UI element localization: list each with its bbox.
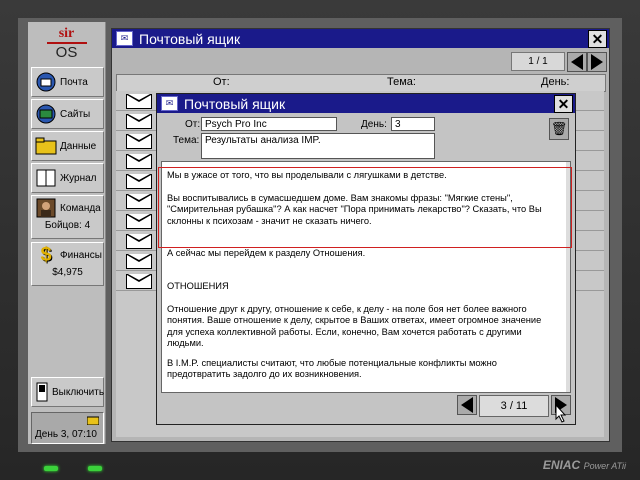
status-led xyxy=(44,466,58,471)
message-page-indicator: 3 / 11 xyxy=(479,395,549,417)
sidebar-item-label: Сайты xyxy=(60,108,91,120)
mail-icon xyxy=(35,71,57,93)
sidebar-item-label: Почта xyxy=(60,76,88,88)
brand-model: Power ATii xyxy=(583,461,626,471)
day-time: День 3, 07:10 xyxy=(35,429,97,440)
status-led xyxy=(88,466,102,471)
mailbox-icon: ✉ xyxy=(161,96,178,111)
shutdown-label: Выключить xyxy=(52,386,105,398)
mail-list-header: От: Тема: День: xyxy=(116,74,606,92)
power-switch-icon xyxy=(35,381,49,403)
from-label: От: xyxy=(185,119,201,130)
column-from[interactable]: От: xyxy=(213,76,230,88)
subject-field: Результаты анализа IMP. xyxy=(201,133,435,159)
paragraph: Мы в ужасе от того, что вы проделывали с… xyxy=(167,170,447,180)
message-body: Мы в ужасе от того, что вы проделывали с… xyxy=(161,161,571,393)
arrow-left-icon xyxy=(461,397,473,413)
logo-os: OS xyxy=(55,44,78,61)
message-window-title: Почтовый ящик xyxy=(184,95,286,112)
sidebar-item-data[interactable]: Данные xyxy=(31,131,104,161)
sidebar-item-team[interactable]: Команда Бойцов: 4 xyxy=(31,195,104,239)
sidebar-item-label: Финансы xyxy=(60,249,102,261)
dollar-icon: $ xyxy=(40,243,52,266)
trash-icon: 🗑 xyxy=(550,121,568,136)
paragraph: ОТНОШЕНИЯ xyxy=(167,281,229,291)
money-balance: $4,975 xyxy=(52,267,83,278)
column-subject[interactable]: Тема: xyxy=(387,76,416,88)
envelope-icon xyxy=(126,214,152,229)
sidebar: sir OS Почта Сайты Данные Журнал Команда… xyxy=(28,22,106,444)
scrollbar[interactable] xyxy=(566,162,570,392)
sidebar-item-label: Команда xyxy=(60,202,101,214)
mouse-cursor-icon xyxy=(555,404,567,423)
prev-page-button[interactable] xyxy=(457,395,477,415)
folder-icon xyxy=(87,416,99,425)
envelope-icon xyxy=(126,254,152,269)
envelope-icon xyxy=(126,194,152,209)
day-field: 3 xyxy=(391,117,435,131)
message-titlebar[interactable]: ✉ Почтовый ящик ✕ xyxy=(157,94,575,113)
sir-os-logo: sir OS xyxy=(28,26,105,60)
brand-name: ENIAC xyxy=(542,458,581,472)
fighters-count: Бойцов: 4 xyxy=(44,220,91,231)
message-window: ✉ Почтовый ящик ✕ От: Psych Pro Inc День… xyxy=(156,93,576,425)
shutdown-button[interactable]: Выключить xyxy=(31,377,104,407)
computer-icon xyxy=(35,103,57,125)
paragraph: В I.M.P. специалисты считают, что любые … xyxy=(167,358,497,380)
day-label: День: xyxy=(361,119,387,130)
paragraph: А сейчас мы перейдем к разделу Отношения… xyxy=(167,248,366,258)
logo-sir: sir xyxy=(58,26,75,41)
subject-label: Тема: xyxy=(173,135,200,146)
envelope-icon xyxy=(126,274,152,289)
column-day[interactable]: День: xyxy=(541,76,569,88)
prev-page-button[interactable] xyxy=(567,52,587,72)
clock-panel: День 3, 07:10 xyxy=(31,412,104,444)
arrow-right-icon xyxy=(591,54,603,70)
close-button[interactable]: ✕ xyxy=(554,95,573,113)
paragraph: Вы воспитывались в сумасшедшем доме. Вам… xyxy=(167,193,542,226)
paragraph: Отношение друг к другу, отношение к себе… xyxy=(167,304,542,349)
envelope-icon xyxy=(126,114,152,129)
envelope-icon xyxy=(126,154,152,169)
sidebar-item-label: Журнал xyxy=(60,172,97,184)
mailbox-page-indicator: 1 / 1 xyxy=(511,52,565,71)
book-icon xyxy=(35,167,57,189)
mailbox-icon: ✉ xyxy=(116,31,133,46)
sidebar-item-label: Данные xyxy=(60,140,97,152)
sidebar-item-journal[interactable]: Журнал xyxy=(31,163,104,193)
envelope-icon xyxy=(126,94,152,109)
team-portrait-icon xyxy=(35,197,57,219)
arrow-left-icon xyxy=(571,54,583,70)
sidebar-item-mail[interactable]: Почта xyxy=(31,67,104,97)
envelope-icon xyxy=(126,234,152,249)
mailbox-title: Почтовый ящик xyxy=(139,30,241,47)
close-button[interactable]: ✕ xyxy=(588,30,607,48)
brand-label: ENIAC Power ATii xyxy=(543,458,626,472)
delete-button[interactable]: 🗑 xyxy=(549,118,569,140)
envelope-icon xyxy=(126,134,152,149)
sidebar-item-finance[interactable]: $ Финансы $4,975 xyxy=(31,242,104,286)
next-page-button[interactable] xyxy=(587,52,607,72)
folder-icon xyxy=(35,135,57,157)
from-field: Psych Pro Inc xyxy=(201,117,337,131)
mailbox-titlebar[interactable]: ✉ Почтовый ящик ✕ xyxy=(112,29,609,48)
sidebar-item-sites[interactable]: Сайты xyxy=(31,99,104,129)
envelope-icon xyxy=(126,174,152,189)
